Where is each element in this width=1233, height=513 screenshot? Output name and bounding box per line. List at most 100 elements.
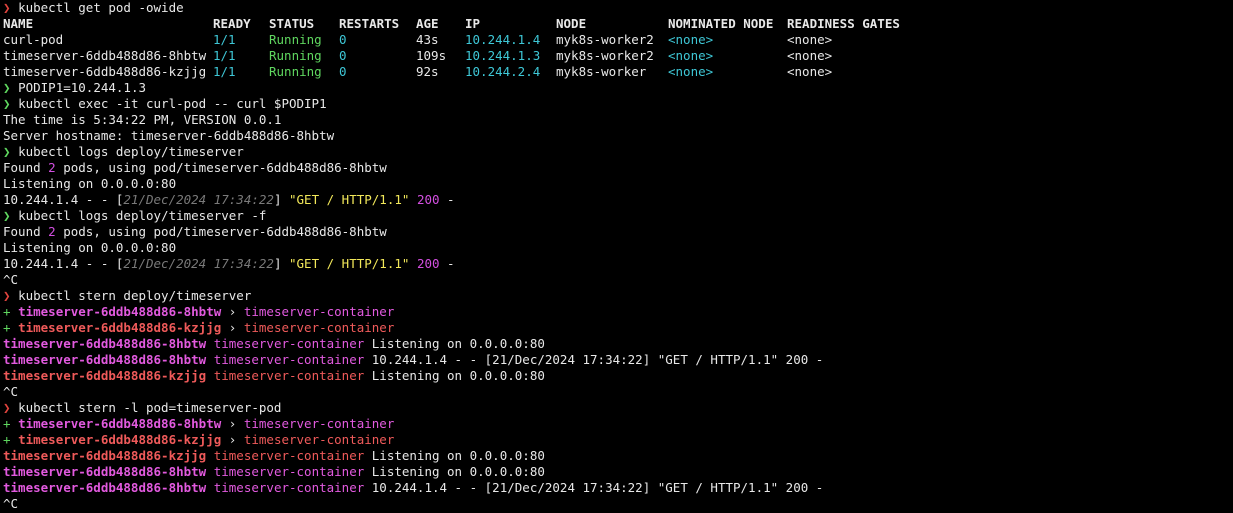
output-line: + timeserver-6ddb488d86-8hbtw › timeserv… [3,304,1233,320]
cell-name: timeserver-6ddb488d86-8hbtw [3,48,207,63]
command-line: ❯ PODIP1=10.244.1.3 [3,80,1233,96]
output-text: timeserver-6ddb488d86-kzjjg [18,320,222,335]
output-text: Listening on 0.0.0.0:80 [364,368,545,383]
output-text: timeserver-container [213,336,365,351]
output-line: Listening on 0.0.0.0:80 [3,240,1233,256]
pod-table-header: NAME READY STATUS RESTARTS AGE IP NODE NOMINATE… [3,16,1233,32]
prompt-chevron-icon: ❯ [3,0,11,15]
output-text: timeserver-container [243,304,395,319]
output-text: ] [273,256,289,271]
output-text: "GET / HTTP/1.1" [289,256,410,271]
output-text: timeserver-container [243,432,395,447]
prompt-chevron-icon: ❯ [3,80,11,95]
cell-status: Running [269,64,322,79]
command-line: ❯ kubectl logs deploy/timeserver -f [3,208,1233,224]
cell-restarts: 0 [339,64,347,79]
output-text: ^C [3,272,19,287]
prompt-chevron-icon: ❯ [3,288,11,303]
command-line: ❯ kubectl logs deploy/timeserver [3,144,1233,160]
output-line: + timeserver-6ddb488d86-kzjjg › timeserv… [3,432,1233,448]
output-text: timeserver-6ddb488d86-kzjjg [3,368,207,383]
terminal-window[interactable]: ❯ kubectl get pod -owide NAME READY STATUS R… [0,0,1233,513]
output-text: "GET / HTTP/1.1" [289,192,410,207]
output-line: Listening on 0.0.0.0:80 [3,176,1233,192]
cell-ready: 1/1 [213,64,236,79]
cell-restarts: 0 [339,48,347,63]
command-text: kubectl get pod -owide [18,0,184,15]
header-nominated-node: NOMINATED NODE [668,16,774,31]
header-age: AGE [416,16,439,31]
output-text: Listening on 0.0.0.0:80 [3,240,177,255]
output-line: ^C [3,384,1233,400]
cell-node: myk8s-worker [556,64,647,79]
output-text: Listening on 0.0.0.0:80 [364,336,545,351]
cell-nominated-node: <none> [668,32,714,47]
command-line: ❯ kubectl exec -it curl-pod -- curl $POD… [3,96,1233,112]
cell-ip: 10.244.1.3 [465,48,541,63]
pod-table-row: timeserver-6ddb488d86-kzjjg 1/1 Running 0 92… [3,64,1233,80]
output-line: timeserver-6ddb488d86-8hbtw timeserver-c… [3,352,1233,368]
output-line: The time is 5:34:22 PM, VERSION 0.0.1 [3,112,1233,128]
command-text: kubectl stern deploy/timeserver [18,288,252,303]
output-text: + [3,432,19,447]
pod-table-row: timeserver-6ddb488d86-8hbtw 1/1 Running 0 10… [3,48,1233,64]
output-text: pods, using pod/timeserver-6ddb488d86-8h… [55,160,387,175]
output-text: + [3,320,19,335]
cell-ip: 10.244.1.4 [465,32,541,47]
output-text: ] [273,192,289,207]
prompt-chevron-icon: ❯ [3,96,11,111]
output-text: › [221,416,244,431]
output-text: Server hostname: timeserver-6ddb488d86-8… [3,128,335,143]
output-text: Listening on 0.0.0.0:80 [3,176,177,191]
output-text: 10.244.1.4 - - [21/Dec/2024 17:34:22] "G… [364,352,824,367]
output-text: timeserver-container [243,320,395,335]
output-text: 2 [48,160,56,175]
output-text: timeserver-container [243,416,395,431]
output-text: timeserver-6ddb488d86-8hbtw [3,464,207,479]
command-line: ❯ kubectl stern deploy/timeserver [3,288,1233,304]
output-line: Found 2 pods, using pod/timeserver-6ddb4… [3,160,1233,176]
output-text: timeserver-6ddb488d86-kzjjg [3,448,207,463]
header-ip: IP [465,16,481,31]
output-text: timeserver-6ddb488d86-8hbtw [3,352,207,367]
cell-readiness-gates: <none> [787,32,833,47]
cell-name: curl-pod [3,32,64,47]
cell-ready: 1/1 [213,32,236,47]
output-text: 10.244.1.4 - - [21/Dec/2024 17:34:22] "G… [364,480,824,495]
command-line: ❯ kubectl stern -l pod=timeserver-pod [3,400,1233,416]
output-text: timeserver-6ddb488d86-kzjjg [18,432,222,447]
output-line: Server hostname: timeserver-6ddb488d86-8… [3,128,1233,144]
output-text: timeserver-container [213,368,365,383]
output-text: timeserver-container [213,480,365,495]
output-text: pods, using pod/timeserver-6ddb488d86-8h… [55,224,387,239]
cell-status: Running [269,32,322,47]
header-restarts: RESTARTS [339,16,400,31]
prompt-chevron-icon: ❯ [3,400,11,415]
output-line: timeserver-6ddb488d86-8hbtw timeserver-c… [3,464,1233,480]
output-text: timeserver-6ddb488d86-8hbtw [18,304,222,319]
output-text: 200 [416,256,440,271]
cell-age: 109s [416,48,447,63]
command-text: kubectl exec -it curl-pod -- curl $PODIP… [18,96,327,111]
output-text: 2 [48,224,56,239]
cell-node: myk8s-worker2 [556,48,654,63]
cell-nominated-node: <none> [668,64,714,79]
output-text: ^C [3,384,19,399]
header-node: NODE [556,16,587,31]
output-text: › [221,304,244,319]
output-text: 21/Dec/2024 17:34:22 [123,192,274,207]
prompt-chevron-icon: ❯ [3,208,11,223]
output-text: › [221,320,244,335]
output-text: The time is 5:34:22 PM, VERSION 0.0.1 [3,112,282,127]
output-text: 10.244.1.4 - - [ [3,192,124,207]
output-line: ^C [3,272,1233,288]
command-line: ❯ kubectl get pod -owide [3,0,1233,16]
cell-age: 92s [416,64,439,79]
header-ready: READY [213,16,251,31]
output-line: Found 2 pods, using pod/timeserver-6ddb4… [3,224,1233,240]
